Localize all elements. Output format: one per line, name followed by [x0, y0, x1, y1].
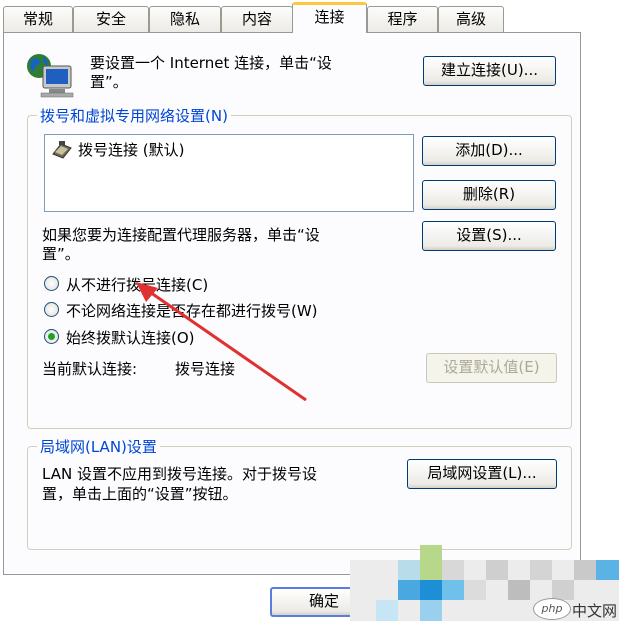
tab-content[interactable]: 内容	[221, 6, 293, 32]
proxy-text-1: 如果您要为连接配置代理服务器，单击“设	[42, 226, 320, 244]
connection-label: 拨号连接 (默认)	[78, 141, 185, 159]
mosaic-tile	[420, 600, 442, 621]
watermark-text: 中文网	[572, 602, 618, 620]
lan-settings-button[interactable]: 局域网设置(L)...	[407, 459, 557, 489]
network-computer-icon	[27, 54, 74, 98]
mosaic-tile	[420, 580, 442, 600]
proxy-text-2: 置”。	[42, 245, 80, 263]
mosaic-tile	[398, 560, 420, 580]
tab-security[interactable]: 安全	[73, 6, 149, 32]
tab-programs[interactable]: 程序	[367, 6, 438, 32]
mosaic-tile	[442, 580, 464, 600]
current-default-label: 当前默认连接:	[42, 360, 138, 378]
mosaic-tile	[442, 560, 464, 580]
setup-connection-button[interactable]: 建立连接(U)...	[423, 56, 556, 86]
lan-text-1: LAN 设置不应用到拨号连接。对于拨号设	[42, 465, 317, 483]
add-button[interactable]: 添加(D)...	[422, 136, 556, 166]
settings-button[interactable]: 设置(S)...	[422, 221, 556, 251]
internet-setup-text-2: 置”。	[90, 73, 128, 91]
tab-connections[interactable]: 连接	[292, 2, 367, 33]
lan-text-2: 置，单击上面的“设置”按钮。	[42, 485, 238, 503]
tab-bar: 常规 安全 隐私 内容 连接 程序 高级	[0, 0, 619, 33]
tab-general[interactable]: 常规	[3, 6, 73, 32]
mosaic-tile	[464, 580, 486, 600]
mosaic-tile	[596, 560, 619, 580]
internet-setup-text-1: 要设置一个 Internet 连接，单击“设	[90, 54, 332, 72]
red-arrow-annotation	[136, 282, 307, 402]
lan-group-title: 局域网(LAN)设置	[37, 436, 160, 457]
radio-never-dial[interactable]	[44, 276, 59, 291]
mosaic-tile	[530, 560, 552, 580]
connections-listbox[interactable]: 拨号连接 (默认)	[44, 134, 414, 212]
php-logo: php	[533, 598, 571, 620]
modem-icon	[52, 141, 72, 159]
dialup-group-title: 拨号和虚拟专用网络设置(N)	[37, 105, 231, 126]
mosaic-tile	[376, 600, 398, 621]
mosaic-tile	[420, 545, 442, 580]
tab-privacy[interactable]: 隐私	[149, 6, 221, 32]
radio-always-dial-default[interactable]	[44, 329, 59, 344]
set-default-button[interactable]: 设置默认值(E)	[426, 353, 557, 383]
mosaic-tile	[508, 580, 530, 600]
mosaic-tile	[552, 580, 574, 600]
radio-dial-whenever[interactable]	[44, 302, 59, 317]
mosaic-tile	[398, 580, 420, 600]
mosaic-tile	[486, 560, 508, 580]
mosaic-tile	[574, 560, 596, 580]
tab-advanced[interactable]: 高级	[438, 6, 504, 32]
remove-button[interactable]: 删除(R)	[422, 180, 556, 210]
